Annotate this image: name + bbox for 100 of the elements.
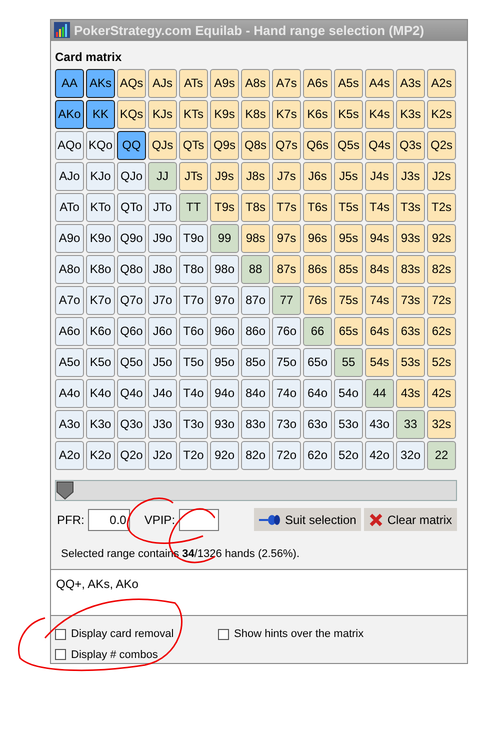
hand-cell[interactable]: 94s xyxy=(365,224,394,253)
hand-cell[interactable]: Q9o xyxy=(117,224,146,253)
hand-cell[interactable]: K3o xyxy=(86,410,115,439)
hand-cell[interactable]: 85o xyxy=(241,348,270,377)
hand-cell[interactable]: K6s xyxy=(303,100,332,129)
hand-cell[interactable]: AQs xyxy=(117,68,146,98)
hand-cell[interactable]: A7o xyxy=(55,286,84,315)
hand-cell[interactable]: T4o xyxy=(179,378,208,408)
hand-cell[interactable]: 72o xyxy=(272,440,301,470)
hand-cell[interactable]: Q8s xyxy=(241,130,270,160)
hand-cell[interactable]: A5o xyxy=(55,348,84,377)
hand-cell[interactable]: 72s xyxy=(427,286,456,315)
hand-cell[interactable]: J2o xyxy=(148,440,177,470)
checkbox[interactable] xyxy=(55,628,66,640)
hand-cell[interactable]: QTo xyxy=(117,192,146,222)
hand-cell[interactable]: A3s xyxy=(396,68,425,98)
hand-cell[interactable]: Q5o xyxy=(117,348,146,377)
checkbox[interactable] xyxy=(218,628,229,640)
hand-cell[interactable]: 54o xyxy=(334,378,363,408)
hand-cell[interactable]: 43s xyxy=(396,378,425,408)
range-text-field[interactable]: QQ+, AKs, AKo xyxy=(51,569,467,616)
hand-cell[interactable]: A6o xyxy=(55,316,84,346)
hand-cell[interactable]: 74o xyxy=(272,378,301,408)
hand-cell[interactable]: Q3s xyxy=(396,130,425,160)
hand-cell[interactable]: 86o xyxy=(241,316,270,346)
hand-cell[interactable]: KJo xyxy=(86,162,115,191)
hand-cell[interactable]: 93s xyxy=(396,224,425,253)
hand-cell[interactable]: A9o xyxy=(55,224,84,253)
hand-cell[interactable]: T3o xyxy=(179,410,208,439)
hand-cell[interactable]: Q3o xyxy=(117,410,146,439)
hand-cell[interactable]: A2o xyxy=(55,440,84,470)
hand-cell[interactable]: 93o xyxy=(210,410,239,439)
hand-cell[interactable]: J7s xyxy=(272,162,301,191)
hand-cell[interactable]: K4s xyxy=(365,100,394,129)
hand-cell[interactable]: 54s xyxy=(365,348,394,377)
hand-cell[interactable]: 62s xyxy=(427,316,456,346)
hand-cell[interactable]: 33 xyxy=(396,410,425,439)
hand-cell[interactable]: 55 xyxy=(334,348,363,377)
hand-cell[interactable]: JTs xyxy=(179,162,208,191)
hand-cell[interactable]: 65s xyxy=(334,316,363,346)
hand-cell[interactable]: K4o xyxy=(86,378,115,408)
hand-cell[interactable]: QJo xyxy=(117,162,146,191)
hand-cell[interactable]: QJs xyxy=(148,130,177,160)
hand-cell[interactable]: 73o xyxy=(272,410,301,439)
hand-cell[interactable]: 97o xyxy=(210,286,239,315)
hand-cell[interactable]: J5o xyxy=(148,348,177,377)
checkbox-option[interactable]: Show hints over the matrix xyxy=(218,626,463,642)
hand-cell[interactable]: Q6o xyxy=(117,316,146,346)
hand-cell[interactable]: Q4o xyxy=(117,378,146,408)
hand-cell[interactable]: 74s xyxy=(365,286,394,315)
hand-cell[interactable]: K5o xyxy=(86,348,115,377)
hand-cell[interactable]: 43o xyxy=(365,410,394,439)
hand-cell[interactable]: J7o xyxy=(148,286,177,315)
hand-cell[interactable]: 92s xyxy=(427,224,456,253)
hand-cell[interactable]: J9s xyxy=(210,162,239,191)
hand-cell[interactable]: KQo xyxy=(86,130,115,160)
hand-cell[interactable]: T9o xyxy=(179,224,208,253)
checkbox-option[interactable]: Display card removal xyxy=(55,626,218,642)
hand-cell[interactable]: 75o xyxy=(272,348,301,377)
hand-cell[interactable]: T2s xyxy=(427,192,456,222)
hand-cell[interactable]: J2s xyxy=(427,162,456,191)
checkbox-option[interactable]: Display # combos xyxy=(55,646,218,663)
hand-cell[interactable]: J3s xyxy=(396,162,425,191)
hand-cell[interactable]: 87s xyxy=(272,254,301,284)
hand-cell[interactable]: Q7o xyxy=(117,286,146,315)
hand-cell[interactable]: 53o xyxy=(334,410,363,439)
hand-cell[interactable]: A5s xyxy=(334,68,363,98)
hand-cell[interactable]: T7o xyxy=(179,286,208,315)
hand-cell[interactable]: 92o xyxy=(210,440,239,470)
hand-cell[interactable]: 86s xyxy=(303,254,332,284)
hand-cell[interactable]: K2o xyxy=(86,440,115,470)
hand-cell[interactable]: 76s xyxy=(303,286,332,315)
hand-cell[interactable]: TT xyxy=(179,192,208,222)
hand-cell[interactable]: 95s xyxy=(334,224,363,253)
hand-cell[interactable]: K9s xyxy=(210,100,239,129)
hand-cell[interactable]: 98s xyxy=(241,224,270,253)
hand-cell[interactable]: T9s xyxy=(210,192,239,222)
hand-cell[interactable]: AJo xyxy=(55,162,84,191)
hand-cell[interactable]: K2s xyxy=(427,100,456,129)
hand-cell[interactable]: AKs xyxy=(86,68,115,98)
hand-cell[interactable]: 42o xyxy=(365,440,394,470)
hand-cell[interactable]: 94o xyxy=(210,378,239,408)
hand-cell[interactable]: 65o xyxy=(303,348,332,377)
hand-cell[interactable]: T4s xyxy=(365,192,394,222)
hand-cell[interactable]: 76o xyxy=(272,316,301,346)
hand-cell[interactable]: T6s xyxy=(303,192,332,222)
hand-cell[interactable]: 83s xyxy=(396,254,425,284)
hand-cell[interactable]: 64s xyxy=(365,316,394,346)
hand-cell[interactable]: KQs xyxy=(117,100,146,129)
hand-cell[interactable]: A3o xyxy=(55,410,84,439)
hand-cell[interactable]: 85s xyxy=(334,254,363,284)
hand-cell[interactable]: 82s xyxy=(427,254,456,284)
hand-cell[interactable]: ATo xyxy=(55,192,84,222)
hand-cell[interactable]: J9o xyxy=(148,224,177,253)
hand-cell[interactable]: T7s xyxy=(272,192,301,222)
hand-cell[interactable]: K7o xyxy=(86,286,115,315)
hand-cell[interactable]: 84s xyxy=(365,254,394,284)
clear-button[interactable]: Clear matrix xyxy=(364,508,457,532)
hand-cell[interactable]: QTs xyxy=(179,130,208,160)
hand-cell[interactable]: K7s xyxy=(272,100,301,129)
